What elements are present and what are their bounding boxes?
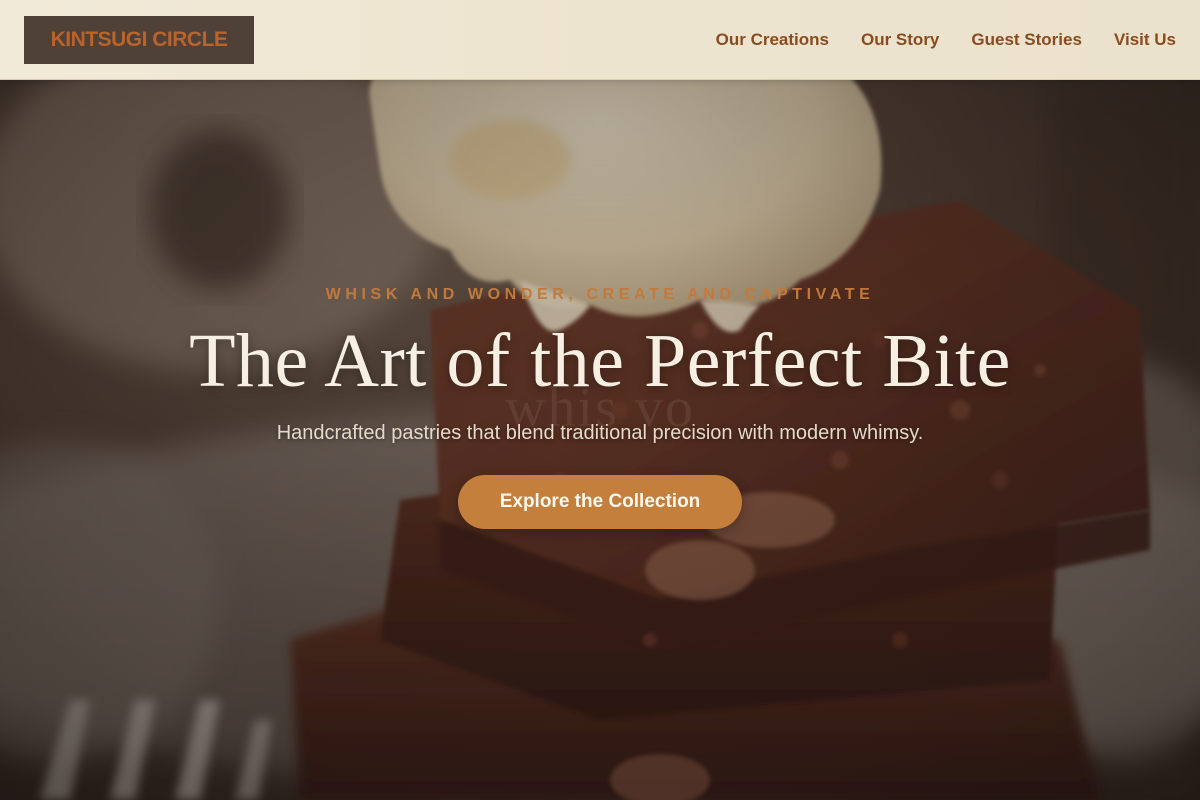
explore-collection-button[interactable]: Explore the Collection: [458, 475, 742, 529]
nav-link-our-creations[interactable]: Our Creations: [716, 30, 829, 50]
hero-section: WHISK AND WONDER, CREATE AND CAPTIVATE w…: [0, 80, 1200, 800]
main-nav: Our Creations Our Story Guest Stories Vi…: [716, 30, 1176, 50]
site-logo[interactable]: KINTSUGI CIRCLE: [24, 15, 254, 64]
logo-text: KINTSUGI CIRCLE: [50, 27, 228, 51]
nav-link-visit-us[interactable]: Visit Us: [1114, 30, 1176, 50]
hero-eyebrow: WHISK AND WONDER, CREATE AND CAPTIVATE: [325, 286, 875, 303]
hero-content: WHISK AND WONDER, CREATE AND CAPTIVATE w…: [0, 80, 1200, 800]
nav-link-our-story[interactable]: Our Story: [861, 30, 939, 50]
hero-subheadline: Handcrafted pastries that blend traditio…: [276, 422, 924, 444]
hero-headline: The Art of the Perfect Bite: [189, 319, 1011, 403]
nav-link-guest-stories[interactable]: Guest Stories: [971, 30, 1082, 50]
site-header: KINTSUGI CIRCLE Our Creations Our Story …: [0, 0, 1200, 80]
